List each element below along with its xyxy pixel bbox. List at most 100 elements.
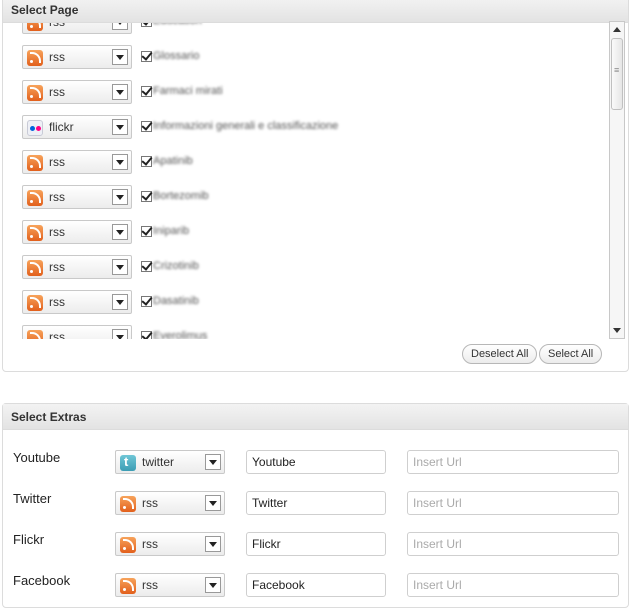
extra-label: Facebook [13, 573, 71, 588]
chevron-down-icon[interactable] [112, 154, 128, 170]
chevron-down-icon[interactable] [112, 119, 128, 135]
page-row: rss Crizotinib [21, 255, 601, 285]
chevron-down-icon[interactable] [112, 294, 128, 310]
chevron-down-icon[interactable] [205, 454, 221, 470]
feed-type-label: rss [49, 260, 65, 274]
page-checkbox[interactable] [141, 86, 152, 97]
extra-type-select[interactable]: twitter [115, 450, 225, 474]
rss-icon [27, 155, 43, 171]
feed-type-label: rss [49, 50, 65, 64]
extra-type-label: rss [142, 578, 158, 592]
page-checkbox[interactable] [141, 121, 152, 132]
rss-icon [27, 190, 43, 206]
feed-type-label: rss [49, 155, 65, 169]
extra-row-youtube: Youtube twitter Youtube Insert Url [3, 448, 629, 489]
feed-type-select[interactable]: rss [22, 255, 132, 279]
rss-icon [27, 295, 43, 311]
feed-type-label: rss [49, 330, 65, 339]
page-name: Farmaci mirati [153, 85, 223, 97]
extra-label: Twitter [13, 491, 52, 506]
page-checkbox[interactable] [141, 156, 152, 167]
page-name: Apatinib [153, 155, 193, 167]
feed-type-select[interactable]: rss [22, 325, 132, 339]
extra-url-input[interactable]: Insert Url [407, 450, 619, 474]
feed-type-select[interactable]: rss [22, 23, 132, 34]
feed-type-label: flickr [49, 120, 74, 134]
page-row: rss Education [21, 23, 601, 40]
chevron-down-icon[interactable] [112, 259, 128, 275]
chevron-down-icon[interactable] [112, 84, 128, 100]
flickr-icon [27, 120, 43, 136]
page-checkbox[interactable] [141, 261, 152, 272]
chevron-down-icon[interactable] [112, 23, 128, 30]
rss-icon [27, 260, 43, 276]
page-checkbox[interactable] [141, 51, 152, 62]
chevron-down-icon[interactable] [112, 224, 128, 240]
page-name: Everolimus [153, 330, 208, 339]
page-row: rss Dasatinib [21, 290, 601, 320]
rss-icon [120, 578, 136, 594]
scroll-up-icon[interactable] [613, 27, 621, 32]
extra-type-label: twitter [142, 455, 175, 469]
scrollbar-thumb[interactable] [611, 38, 623, 110]
feed-type-select[interactable]: rss [22, 290, 132, 314]
chevron-down-icon[interactable] [205, 495, 221, 511]
page-checkbox[interactable] [141, 226, 152, 237]
page-list-scrollbar[interactable] [609, 21, 625, 339]
chevron-down-icon[interactable] [112, 329, 128, 339]
extra-type-select[interactable]: rss [115, 532, 225, 556]
feed-type-select[interactable]: flickr [22, 115, 132, 139]
chevron-down-icon[interactable] [205, 577, 221, 593]
extra-type-label: rss [142, 537, 158, 551]
feed-type-select[interactable]: rss [22, 150, 132, 174]
extra-label: Flickr [13, 532, 45, 547]
rss-icon [27, 225, 43, 241]
page-name: Dasatinib [153, 295, 199, 307]
extra-name-input[interactable]: Twitter [246, 491, 386, 515]
page-name: Education [153, 23, 202, 27]
extra-label: Youtube [13, 450, 61, 465]
extra-url-input[interactable]: Insert Url [407, 573, 619, 597]
extra-name-input[interactable]: Flickr [246, 532, 386, 556]
extra-type-select[interactable]: rss [115, 573, 225, 597]
chevron-down-icon[interactable] [205, 536, 221, 552]
feed-type-label: rss [49, 23, 65, 29]
page-list[interactable]: rss Education rss Glossario rss Farmaci mirat… [21, 23, 626, 339]
extra-row-flickr: Flickr rss Flickr Insert Url [3, 530, 629, 571]
feed-type-label: rss [49, 295, 65, 309]
extra-name-input[interactable]: Facebook [246, 573, 386, 597]
rss-icon [27, 85, 43, 101]
page-row: rss Everolimus [21, 325, 601, 339]
page-name: Informazioni generali e classificazione [153, 120, 339, 132]
page-checkbox[interactable] [141, 23, 152, 27]
page-checkbox[interactable] [141, 191, 152, 202]
select-all-button[interactable]: Select All [539, 344, 603, 364]
deselect-all-button[interactable]: Deselect All [462, 344, 538, 364]
extra-row-facebook: Facebook rss Facebook Insert Url [3, 571, 629, 612]
page-name: Iniparib [153, 225, 190, 237]
page-name: Crizotinib [153, 260, 199, 272]
page-row: rss Apatinib [21, 150, 601, 180]
select-page-panel: Select Page rss Education rss Glossario rss F… [2, 0, 629, 372]
page-row: rss Iniparib [21, 220, 601, 250]
scroll-down-icon[interactable] [613, 328, 621, 333]
page-checkbox[interactable] [141, 331, 152, 339]
feed-type-select[interactable]: rss [22, 80, 132, 104]
extra-url-input[interactable]: Insert Url [407, 491, 619, 515]
rss-icon [27, 330, 43, 339]
chevron-down-icon[interactable] [112, 49, 128, 65]
rss-icon [120, 496, 136, 512]
extra-name-input[interactable]: Youtube [246, 450, 386, 474]
select-extras-panel: Select Extras Youtube twitter Youtube Inser… [2, 403, 629, 608]
rss-icon [120, 537, 136, 553]
chevron-down-icon[interactable] [112, 189, 128, 205]
extra-type-select[interactable]: rss [115, 491, 225, 515]
page-checkbox[interactable] [141, 296, 152, 307]
feed-type-select[interactable]: rss [22, 45, 132, 69]
page-name: Bortezomib [153, 190, 209, 202]
rss-icon [27, 23, 43, 31]
feed-type-select[interactable]: rss [22, 220, 132, 244]
feed-type-select[interactable]: rss [22, 185, 132, 209]
extra-url-input[interactable]: Insert Url [407, 532, 619, 556]
twitter-icon [120, 454, 136, 471]
